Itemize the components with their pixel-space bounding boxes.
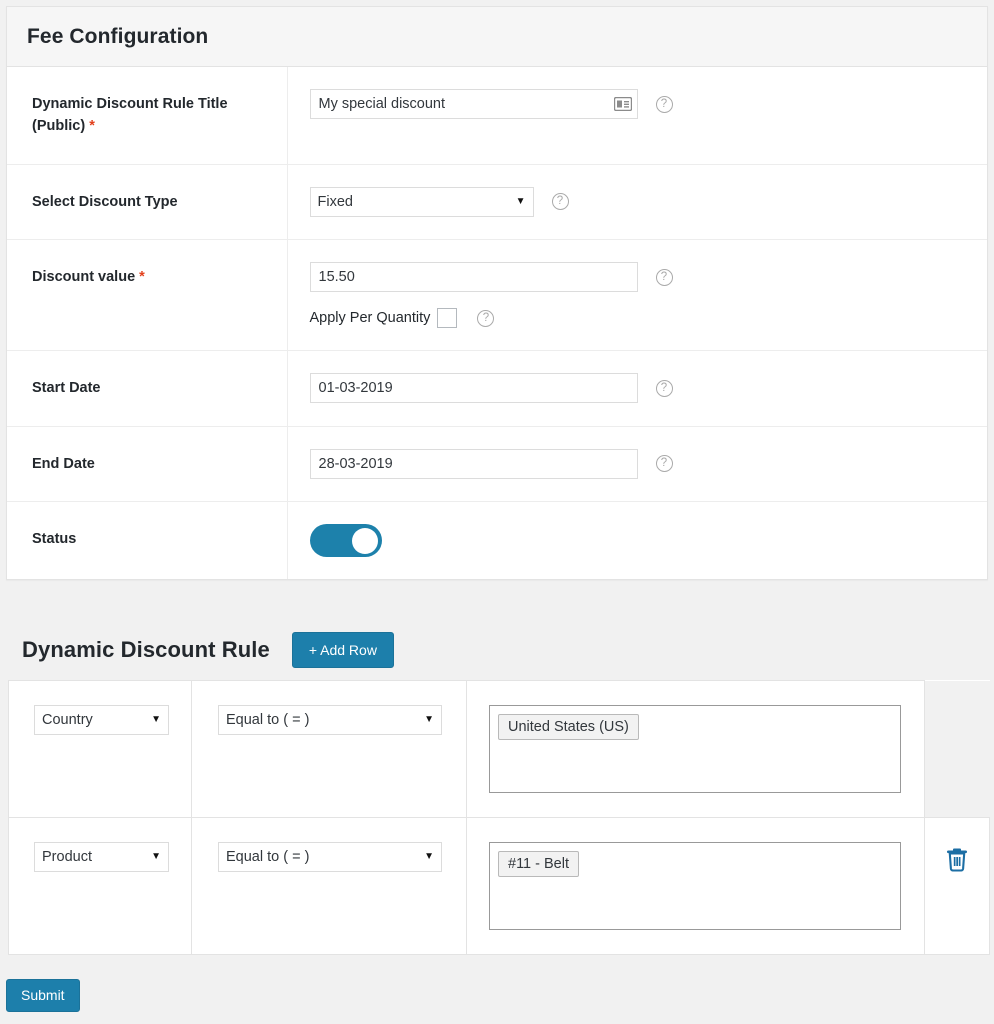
label-discount-type: Select Discount Type <box>7 164 288 240</box>
selected-item-chip[interactable]: United States (US) <box>498 714 639 740</box>
dynamic-discount-rule-title: Dynamic Discount Rule <box>22 637 270 662</box>
rule-condition-cell: Equal to ( = ) ▼ <box>191 817 467 955</box>
submit-area: Submit <box>6 979 80 1012</box>
apply-per-quantity-row: Apply Per Quantity ? <box>309 308 974 329</box>
help-icon-rule-title[interactable]: ? <box>655 95 673 113</box>
field-row-end-date: ? <box>309 448 974 479</box>
rule-condition-select-wrap-1: Equal to ( = ) ▼ <box>218 842 442 872</box>
start-date-input[interactable] <box>309 373 638 404</box>
rule-key-cell: Product ▼ <box>8 817 192 955</box>
selected-item-chip[interactable]: #11 - Belt <box>498 851 579 877</box>
rule-delete-cell <box>924 817 990 955</box>
rule-key-select-wrap-1: Product ▼ <box>34 842 169 872</box>
rule-values-multiselect-1[interactable]: #11 - Belt <box>489 842 901 930</box>
form-row-discount-value: Discount value * ? Apply Per Quantity ? <box>7 239 987 351</box>
rule-condition-select-0[interactable]: Equal to ( = ) <box>218 705 442 735</box>
field-rule-title: ? <box>287 67 987 165</box>
field-row-discount-value: ? <box>309 262 974 293</box>
status-toggle[interactable] <box>309 524 382 558</box>
panel-header: Fee Configuration <box>7 7 987 67</box>
field-row-status <box>309 524 974 558</box>
rule-values-multiselect-0[interactable]: United States (US) <box>489 705 901 793</box>
table-row: Product ▼ Equal to ( = ) ▼ #11 - Belt <box>8 817 990 955</box>
rule-key-select-wrap-0: Country ▼ <box>34 705 169 735</box>
status-toggle-knob <box>351 527 378 554</box>
rule-condition-select-1[interactable]: Equal to ( = ) <box>218 842 442 872</box>
help-icon-start-date[interactable]: ? <box>655 379 673 397</box>
dynamic-discount-rule-header: Dynamic Discount Rule + Add Row <box>0 616 994 680</box>
label-discount-value: Discount value * <box>7 239 288 351</box>
fee-configuration-panel: Fee Configuration Dynamic Discount Rule … <box>6 6 988 581</box>
rule-values-cell: United States (US) <box>466 680 925 818</box>
label-end-date-text: End Date <box>32 455 95 472</box>
help-icon-end-date[interactable]: ? <box>655 455 673 473</box>
trash-icon[interactable] <box>945 846 969 872</box>
rule-key-select-1[interactable]: Product <box>34 842 169 872</box>
end-date-input[interactable] <box>309 448 638 479</box>
rule-condition-select-wrap-0: Equal to ( = ) ▼ <box>218 705 442 735</box>
page-title: Fee Configuration <box>27 24 209 48</box>
field-discount-type: Fixed ▼ ? <box>287 164 987 240</box>
rule-key-select-0[interactable]: Country <box>34 705 169 735</box>
help-icon-discount-type[interactable]: ? <box>551 193 569 211</box>
field-end-date: ? <box>287 426 987 502</box>
discount-type-select-wrap: Fixed ▼ <box>309 186 534 217</box>
field-row-discount-type: Fixed ▼ ? <box>309 186 974 217</box>
label-rule-title: Dynamic Discount Rule Title (Public) * <box>7 67 288 165</box>
apply-per-quantity-label: Apply Per Quantity <box>309 310 431 327</box>
field-row-start-date: ? <box>309 373 974 404</box>
rule-delete-cell-empty <box>924 680 990 818</box>
page-root: Fee Configuration Dynamic Discount Rule … <box>0 0 994 1024</box>
field-start-date: ? <box>287 350 987 427</box>
form-row-end-date: End Date ? <box>7 426 987 502</box>
help-icon-apply-per-quantity[interactable]: ? <box>477 309 495 327</box>
form-row-status: Status <box>7 501 987 580</box>
rule-values-cell: #11 - Belt <box>466 817 925 955</box>
dynamic-discount-rule-section: Dynamic Discount Rule + Add Row Country … <box>0 616 994 955</box>
discount-type-select[interactable]: Fixed <box>309 186 534 217</box>
form-row-start-date: Start Date ? <box>7 350 987 427</box>
rule-title-input[interactable] <box>309 89 638 119</box>
apply-per-quantity-checkbox[interactable] <box>437 308 458 329</box>
label-start-date-text: Start Date <box>32 380 101 397</box>
required-asterisk: * <box>139 269 145 286</box>
help-icon-discount-value[interactable]: ? <box>655 268 673 286</box>
discount-value-input[interactable] <box>309 262 638 293</box>
rule-rows-table: Country ▼ Equal to ( = ) ▼ United States… <box>8 680 990 955</box>
label-discount-type-text: Select Discount Type <box>32 193 178 210</box>
submit-button[interactable]: Submit <box>6 979 80 1012</box>
rule-condition-cell: Equal to ( = ) ▼ <box>191 680 467 818</box>
label-end-date: End Date <box>7 426 288 502</box>
label-status-text: Status <box>32 531 77 548</box>
label-status: Status <box>7 501 288 580</box>
add-row-button[interactable]: + Add Row <box>291 632 394 668</box>
field-discount-value: ? Apply Per Quantity ? <box>287 239 987 351</box>
table-row: Country ▼ Equal to ( = ) ▼ United States… <box>8 680 990 818</box>
rule-key-cell: Country ▼ <box>8 680 192 818</box>
required-asterisk: * <box>89 118 95 135</box>
rule-title-input-wrap <box>309 89 638 119</box>
field-status <box>287 501 987 580</box>
field-row-rule-title: ? <box>309 89 974 119</box>
label-start-date: Start Date <box>7 350 288 427</box>
form-row-title: Dynamic Discount Rule Title (Public) * M… <box>7 67 987 165</box>
label-rule-title-text: Dynamic Discount Rule Title (Public) <box>32 96 228 135</box>
form-row-discount-type: Select Discount Type Fixed ▼ ? <box>7 164 987 240</box>
fee-configuration-form: Dynamic Discount Rule Title (Public) * M… <box>7 67 987 580</box>
label-discount-value-text: Discount value <box>32 269 136 286</box>
